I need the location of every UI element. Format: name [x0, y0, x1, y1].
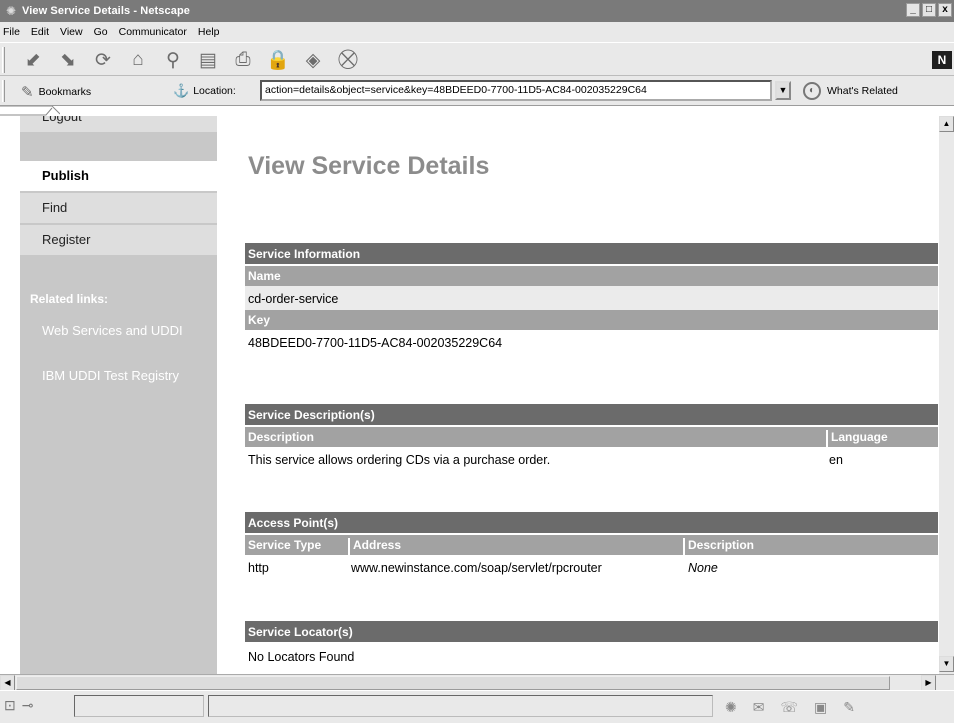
window-controls: _ □ x — [906, 3, 952, 17]
navigator-icon[interactable]: ✺ — [725, 699, 737, 716]
bookmarks-icon: ✎ — [21, 84, 34, 101]
menu-view[interactable]: View — [60, 26, 83, 38]
section-heading: Service Description(s) — [245, 404, 938, 425]
column-header: Description — [683, 538, 938, 555]
address-cell: www.newinstance.com/soap/servlet/rpcrout… — [351, 561, 602, 575]
maximize-button[interactable]: □ — [922, 3, 936, 17]
nav-publish[interactable]: Publish — [20, 161, 217, 191]
reload-icon[interactable]: ⟳ — [92, 49, 114, 71]
status-message-field — [208, 695, 713, 717]
location-label: ⚓ Location: — [173, 83, 236, 99]
nav-register[interactable]: Register — [20, 225, 217, 255]
location-text: Location: — [193, 85, 236, 97]
menu-file[interactable]: File — [3, 26, 20, 38]
stop-icon[interactable]: ⛒ — [337, 49, 359, 71]
home-icon[interactable]: ⌂ — [127, 49, 149, 71]
column-header: Service Type — [248, 538, 322, 552]
menu-edit[interactable]: Edit — [31, 26, 49, 38]
link-web-services-uddi[interactable]: Web Services and UDDI — [42, 322, 212, 340]
table-row: This service allows ordering CDs via a p… — [245, 447, 938, 471]
menu-help[interactable]: Help — [198, 26, 220, 38]
service-information-section: Service Information Name cd-order-servic… — [245, 243, 938, 354]
language-cell: en — [829, 453, 843, 467]
forward-icon[interactable]: ⬊ — [57, 49, 79, 71]
netscape-app-icon: ✺ — [5, 4, 17, 18]
horizontal-scrollbar[interactable]: ◀ ▶ — [0, 674, 954, 691]
key-value: 48BDEED0-7700-11D5-AC84-002035229C64 — [248, 336, 503, 350]
composer-icon[interactable]: ✎ — [843, 699, 855, 716]
print-icon[interactable]: ⎙ — [232, 49, 254, 71]
bookmarks-button[interactable]: ✎ Bookmarks — [21, 83, 91, 101]
nav-find[interactable]: Find — [20, 193, 217, 223]
navigation-toolbar: ⬋ ⬊ ⟳ ⌂ ⚲ ▤ ⎙ 🔒 ◈ ⛒ N — [0, 42, 954, 76]
connection-status-icon: ⊸ — [21, 697, 34, 713]
table-row: http www.newinstance.com/soap/servlet/rp… — [245, 555, 938, 579]
scroll-up-arrow-icon[interactable]: ▲ — [939, 116, 954, 132]
back-icon[interactable]: ⬋ — [22, 49, 44, 71]
location-toolbar: ✎ Bookmarks ⚓ Location: action=details&o… — [0, 76, 954, 106]
close-button[interactable]: x — [938, 3, 952, 17]
section-heading: Service Information — [245, 243, 938, 264]
locbar-grip[interactable] — [2, 80, 5, 102]
table-header: Description Language — [245, 427, 938, 447]
column-header: Address — [348, 538, 683, 555]
section-heading: Service Locator(s) — [245, 621, 938, 642]
service-locators-section: Service Locator(s) No Locators Found — [245, 621, 938, 666]
access-points-section: Access Point(s) Service Type Address Des… — [245, 512, 938, 579]
component-bar: ✺ ✉ ☏ ▣ ✎ — [725, 699, 855, 716]
url-input[interactable]: action=details&object=service&key=48BDEE… — [260, 80, 772, 101]
status-bar: ⊡ ⊸ ✺ ✉ ☏ ▣ ✎ — [0, 690, 954, 723]
collapsed-toolbar-tab[interactable] — [0, 106, 60, 116]
service-type-cell: http — [248, 561, 269, 575]
security-icon[interactable]: 🔒 — [266, 49, 290, 71]
address-book-icon[interactable]: ▣ — [814, 699, 827, 716]
locators-message: No Locators Found — [248, 650, 355, 664]
key-label: Key — [245, 310, 938, 330]
url-dropdown-button[interactable]: ▼ — [775, 81, 791, 100]
section-heading: Access Point(s) — [245, 512, 938, 533]
column-header: Language — [826, 430, 938, 447]
minimize-button[interactable]: _ — [906, 3, 920, 17]
scroll-left-arrow-icon[interactable]: ◀ — [0, 675, 15, 691]
sidebar: Logout Publish Find Register Related lin… — [20, 116, 217, 674]
nav-logout[interactable]: Logout — [20, 116, 217, 132]
whats-related-label: What's Related — [827, 85, 898, 97]
access-description-cell: None — [688, 561, 718, 575]
scroll-down-arrow-icon[interactable]: ▼ — [939, 656, 954, 672]
guide-icon[interactable]: ▤ — [197, 49, 219, 71]
service-descriptions-section: Service Description(s) Description Langu… — [245, 404, 938, 471]
description-cell: This service allows ordering CDs via a p… — [248, 453, 551, 467]
mail-icon[interactable]: ✉ — [753, 699, 765, 716]
page-title: View Service Details — [248, 152, 490, 180]
window-title: View Service Details - Netscape — [22, 5, 190, 17]
link-ibm-uddi-test-registry[interactable]: IBM UDDI Test Registry — [42, 367, 212, 385]
toolbar-grip[interactable] — [2, 47, 5, 73]
location-pin-icon[interactable]: ⚓ — [173, 83, 189, 99]
vertical-scrollbar[interactable]: ▲ ▼ — [938, 116, 954, 674]
menu-communicator[interactable]: Communicator — [119, 26, 187, 38]
horizontal-scroll-thumb[interactable] — [16, 676, 890, 690]
related-links-title: Related links: — [30, 292, 109, 306]
search-icon[interactable]: ⚲ — [162, 49, 184, 71]
security-lock-icon[interactable]: ⊡ — [4, 697, 16, 714]
menu-bar: File Edit View Go Communicator Help — [0, 22, 954, 42]
menu-go[interactable]: Go — [94, 26, 108, 38]
page-content: Logout Publish Find Register Related lin… — [0, 116, 938, 674]
shop-icon[interactable]: ◈ — [302, 49, 324, 71]
column-header: Description — [248, 430, 315, 444]
title-bar: ✺ View Service Details - Netscape _ □ x — [0, 0, 954, 22]
progress-field — [74, 695, 204, 717]
whats-related-icon: ◐ — [803, 82, 821, 100]
whats-related-button[interactable]: ◐ What's Related — [803, 82, 898, 100]
discussions-icon[interactable]: ☏ — [780, 699, 798, 716]
netscape-logo-icon: N — [932, 51, 952, 69]
bookmarks-label: Bookmarks — [38, 86, 92, 98]
name-label: Name — [245, 266, 938, 286]
scroll-right-arrow-icon[interactable]: ▶ — [921, 675, 936, 691]
name-value: cd-order-service — [245, 286, 938, 310]
table-header: Service Type Address Description — [245, 535, 938, 555]
